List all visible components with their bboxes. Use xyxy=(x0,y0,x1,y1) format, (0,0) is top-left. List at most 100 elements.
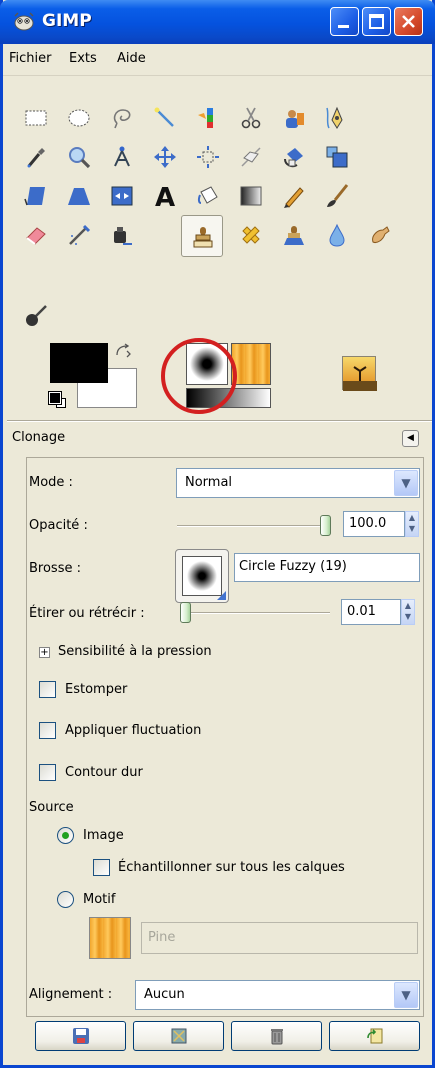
bucket-fill-tool[interactable] xyxy=(188,176,226,214)
maximize-button[interactable] xyxy=(362,7,391,36)
crop-icon xyxy=(241,147,261,167)
foreground-select-icon xyxy=(286,110,304,128)
source-image-radio[interactable] xyxy=(57,827,74,844)
paintbrush-tool[interactable] xyxy=(317,176,355,214)
source-pattern-label[interactable]: Motif xyxy=(83,892,115,907)
move-tool[interactable] xyxy=(145,137,183,175)
title-bar[interactable]: GIMP xyxy=(0,0,435,44)
fade-label[interactable]: Estomper xyxy=(65,682,127,697)
menu-fichier[interactable]: Fichier xyxy=(9,51,52,66)
paths-tool[interactable] xyxy=(317,98,355,136)
flip-tool[interactable] xyxy=(102,176,140,214)
delete-options-button[interactable] xyxy=(231,1021,322,1051)
foreground-color-front[interactable] xyxy=(50,343,108,383)
mode-value: Normal xyxy=(185,475,233,490)
free-select-tool[interactable] xyxy=(102,98,140,136)
crop-tool[interactable] xyxy=(231,137,269,175)
pencil-tool[interactable] xyxy=(274,176,312,214)
minimize-icon xyxy=(338,25,349,28)
trash-icon xyxy=(270,1029,283,1045)
align-tool[interactable] xyxy=(188,137,226,175)
scale-spin-buttons[interactable]: ▲ ▼ xyxy=(401,599,415,625)
jitter-label[interactable]: Appliquer fluctuation xyxy=(65,723,201,738)
ellipse-select-tool[interactable] xyxy=(59,98,97,136)
close-button[interactable] xyxy=(394,7,423,36)
chevron-down-icon[interactable]: ▼ xyxy=(394,470,418,496)
scissors-icon xyxy=(241,107,261,129)
fuzzy-select-tool[interactable] xyxy=(145,98,183,136)
measure-tool[interactable] xyxy=(102,137,140,175)
airbrush-tool[interactable] xyxy=(59,215,97,253)
sample-merged-checkbox[interactable] xyxy=(93,859,110,876)
spin-up-icon: ▲ xyxy=(404,601,412,610)
dock-title: Clonage xyxy=(12,430,66,445)
active-pattern-preview[interactable] xyxy=(231,343,271,385)
zoom-tool[interactable] xyxy=(59,137,97,175)
chevron-down-icon[interactable]: ▼ xyxy=(394,982,418,1008)
smudge-tool[interactable] xyxy=(360,215,398,253)
ink-icon xyxy=(114,227,132,245)
gimp-toolbox-window: GIMP Fichier Exts Aide A Clonage ◀ Mode … xyxy=(0,0,435,1068)
restore-options-button[interactable] xyxy=(133,1021,224,1051)
foreground-select-tool[interactable] xyxy=(274,98,312,136)
text-tool[interactable]: A xyxy=(145,176,183,214)
hard-edge-label[interactable]: Contour dur xyxy=(65,765,143,780)
blur-tool[interactable] xyxy=(317,215,355,253)
perspective-clone-tool[interactable] xyxy=(274,215,312,253)
color-select-tool[interactable] xyxy=(188,98,226,136)
swap-colors-icon[interactable] xyxy=(114,343,132,361)
fade-checkbox[interactable] xyxy=(39,681,56,698)
mode-combo[interactable]: Normal ▼ xyxy=(176,468,420,498)
scissors-tool[interactable] xyxy=(231,98,269,136)
shear-tool[interactable] xyxy=(16,176,54,214)
rotate-tool[interactable] xyxy=(274,137,312,175)
brush-name: Circle Fuzzy (19) xyxy=(239,559,347,574)
brush-label: Brosse : xyxy=(29,561,81,576)
scale-slider[interactable] xyxy=(180,612,330,614)
clone-tool[interactable] xyxy=(181,215,223,257)
heal-tool[interactable] xyxy=(231,215,269,253)
opacity-slider[interactable] xyxy=(177,525,331,527)
perspective-tool[interactable] xyxy=(59,176,97,214)
highlight-circle xyxy=(161,338,237,414)
blend-tool[interactable] xyxy=(231,176,269,214)
rect-select-tool[interactable] xyxy=(16,98,54,136)
source-pattern-radio[interactable] xyxy=(57,891,74,908)
alignment-combo[interactable]: Aucun ▼ xyxy=(135,980,420,1010)
pattern-preview[interactable] xyxy=(89,917,131,959)
default-colors-fg-icon[interactable] xyxy=(48,391,62,405)
pressure-label[interactable]: Sensibilité à la pression xyxy=(58,644,212,659)
dodge-burn-tool[interactable] xyxy=(16,296,54,334)
dock-menu-button[interactable]: ◀ xyxy=(402,430,419,447)
scale-slider-thumb[interactable] xyxy=(180,602,191,623)
scale-tool[interactable] xyxy=(317,137,355,175)
opacity-spin[interactable]: 100.0 xyxy=(343,511,405,537)
opacity-slider-thumb[interactable] xyxy=(320,515,331,536)
jitter-checkbox[interactable] xyxy=(39,722,56,739)
perspective-clone-icon xyxy=(284,226,304,245)
sample-merged-label[interactable]: Échantillonner sur tous les calques xyxy=(118,860,345,875)
brush-select-button[interactable] xyxy=(175,549,229,603)
menu-exts[interactable]: Exts xyxy=(69,51,97,66)
eraser-tool[interactable] xyxy=(16,215,54,253)
scale-value: 0.01 xyxy=(347,604,376,619)
scale-spin[interactable]: 0.01 xyxy=(341,599,401,625)
clone-stamp-icon xyxy=(193,227,213,248)
hard-edge-checkbox[interactable] xyxy=(39,764,56,781)
window-title: GIMP xyxy=(42,11,92,31)
brush-name-entry[interactable]: Circle Fuzzy (19) xyxy=(234,553,420,582)
alignment-value: Aucun xyxy=(144,987,185,1002)
color-picker-tool[interactable] xyxy=(16,137,54,175)
gradient-icon xyxy=(240,186,262,206)
source-image-label[interactable]: Image xyxy=(83,828,124,843)
minimize-button[interactable] xyxy=(330,7,359,36)
opacity-spin-buttons[interactable]: ▲ ▼ xyxy=(405,511,419,537)
reset-options-button[interactable] xyxy=(329,1021,420,1051)
gimp-logo-icon xyxy=(14,12,34,31)
save-options-button[interactable] xyxy=(35,1021,126,1051)
pressure-expander[interactable]: + xyxy=(39,647,50,658)
active-image-thumbnail[interactable] xyxy=(342,356,377,391)
ink-tool[interactable] xyxy=(102,215,140,253)
menu-bar: Fichier Exts Aide xyxy=(3,44,432,76)
menu-aide[interactable]: Aide xyxy=(117,51,146,66)
